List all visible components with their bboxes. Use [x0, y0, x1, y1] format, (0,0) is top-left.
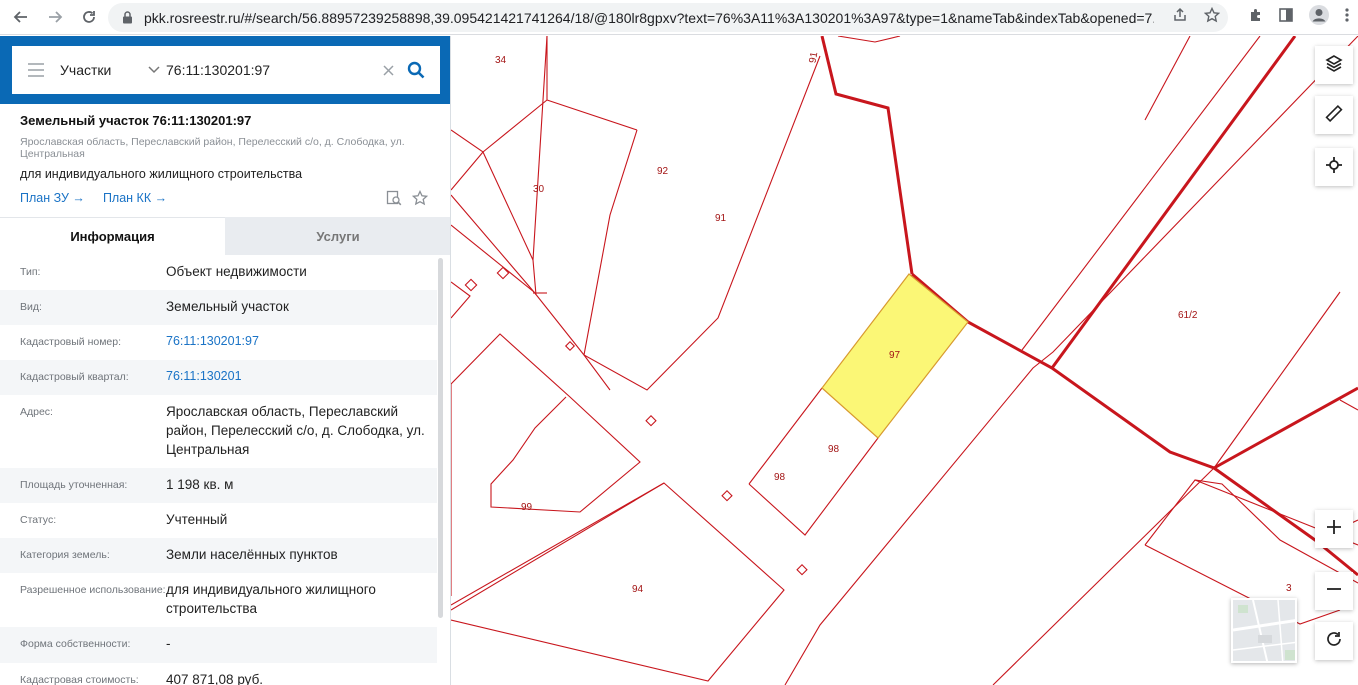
- minus-icon: [1326, 581, 1342, 602]
- zoom-out-button[interactable]: [1315, 572, 1353, 610]
- row-label: Адрес:: [20, 406, 53, 418]
- info-row: Категория земель: Земли населённых пункт…: [0, 538, 437, 573]
- info-row: Кадастровый квартал: 76:11:130201: [0, 360, 437, 395]
- ruler-icon: [1325, 104, 1343, 127]
- share-icon[interactable]: [1172, 7, 1188, 28]
- star-icon[interactable]: [1203, 6, 1221, 28]
- search-doc-icon[interactable]: [386, 190, 402, 211]
- row-label: Категория земель:: [20, 549, 110, 561]
- layers-button[interactable]: [1315, 46, 1353, 84]
- cadastral-number-link[interactable]: 76:11:130201:97: [166, 325, 436, 360]
- parcel-label: 98: [828, 444, 840, 455]
- row-value: Учтенный: [166, 512, 228, 527]
- chevron-down-icon[interactable]: [142, 46, 166, 94]
- info-row: Форма собственности: -: [0, 627, 437, 663]
- map-markers: [464, 266, 808, 576]
- layers-icon: [1325, 54, 1343, 77]
- map-canvas[interactable]: 34 91 30 92 91 97 98 98 99 94 61/2 3: [451, 36, 1358, 685]
- row-label: Площадь уточненная:: [20, 479, 128, 491]
- cadastral-quarter-link[interactable]: 76:11:130201: [166, 360, 436, 395]
- info-row: Адрес: Ярославская область, Переславский…: [0, 395, 437, 468]
- puzzle-icon[interactable]: [1248, 7, 1264, 28]
- kebab-icon[interactable]: [1344, 7, 1350, 28]
- forward-arrow-icon[interactable]: [40, 2, 70, 32]
- sidepanel-icon[interactable]: [1278, 7, 1294, 28]
- row-label: Тип:: [20, 266, 41, 278]
- row-label: Разрешенное использование:: [20, 584, 166, 596]
- info-panel: Участки Земельный участок 76:11:130201:9…: [0, 36, 451, 685]
- reload-icon[interactable]: [74, 2, 104, 32]
- zoom-in-button[interactable]: [1315, 510, 1353, 548]
- row-value: Земельный участок: [166, 299, 289, 314]
- close-icon[interactable]: [378, 60, 398, 80]
- object-permitted-use: для индивидуального жилищного строительс…: [20, 167, 303, 181]
- star-icon[interactable]: [411, 189, 429, 211]
- info-table: Тип: Объект недвижимости Вид: Земельный …: [0, 255, 437, 685]
- plan-zu-link[interactable]: План ЗУ →: [20, 191, 85, 205]
- measure-button[interactable]: [1315, 96, 1353, 134]
- object-title: Земельный участок 76:11:130201:97: [20, 113, 252, 128]
- back-arrow-icon[interactable]: [6, 2, 36, 32]
- tab-services[interactable]: Услуги: [225, 217, 450, 255]
- parcel-label: 3: [1286, 583, 1292, 594]
- parcel-label: 91: [808, 51, 821, 64]
- row-value: Объект недвижимости: [166, 264, 307, 279]
- menu-icon[interactable]: [12, 46, 60, 94]
- parcel-label: 97: [889, 350, 901, 361]
- row-value: Ярославская область, Переславский район,…: [166, 404, 425, 457]
- tab-info[interactable]: Информация: [0, 217, 225, 255]
- parcel-label: 91: [715, 213, 727, 224]
- plan-kk-link[interactable]: План КК →: [103, 191, 167, 205]
- panel-tabs: Информация Услуги: [0, 217, 450, 255]
- info-row: Кадастровая стоимость: 407 871,08 руб.: [0, 663, 437, 685]
- parcel-label: 92: [657, 166, 669, 177]
- info-row: Статус: Учтенный: [0, 503, 437, 538]
- parcel-label: 34: [495, 55, 507, 66]
- info-row: Разрешенное использование: для индивидуа…: [0, 573, 437, 627]
- url-text[interactable]: pkk.rosreestr.ru/#/search/56.88957239258…: [144, 10, 1154, 26]
- search-type-select[interactable]: Участки: [60, 62, 142, 78]
- row-label: Кадастровый квартал:: [20, 371, 129, 383]
- crosshair-icon: [1325, 156, 1343, 179]
- browser-toolbar: pkk.rosreestr.ru/#/search/56.88957239258…: [0, 0, 1358, 35]
- locate-button[interactable]: [1315, 148, 1353, 186]
- object-address: Ярославская область, Переславский район,…: [20, 136, 405, 160]
- row-value: 407 871,08 руб.: [166, 672, 264, 685]
- minimap[interactable]: [1231, 598, 1297, 663]
- collapse-panel-button[interactable]: [451, 62, 465, 80]
- parcel-label: 94: [632, 584, 644, 595]
- row-value: для индивидуального жилищного строительс…: [166, 582, 376, 616]
- panel-scrollbar[interactable]: [438, 258, 443, 618]
- parcel-label: 99: [521, 502, 533, 513]
- cadastral-map[interactable]: 34 91 30 92 91 97 98 98 99 94 61/2 3: [451, 36, 1358, 685]
- parcel-label: 30: [533, 184, 545, 195]
- row-value: Земли населённых пунктов: [166, 547, 338, 562]
- row-value: 1 198 кв. м: [166, 477, 234, 492]
- rotate-button[interactable]: [1315, 622, 1353, 660]
- rotate-icon: [1325, 630, 1343, 653]
- profile-icon[interactable]: [1308, 4, 1330, 31]
- parcel-label: 61/2: [1178, 310, 1198, 321]
- search-header: Участки: [0, 36, 450, 104]
- row-label: Кадастровая стоимость:: [20, 674, 139, 685]
- info-row: Площадь уточненная: 1 198 кв. м: [0, 468, 437, 503]
- plus-icon: [1326, 519, 1342, 540]
- row-label: Статус:: [20, 514, 57, 526]
- search-input[interactable]: [166, 55, 366, 85]
- row-label: Форма собственности:: [20, 638, 131, 650]
- row-label: Вид:: [20, 301, 42, 313]
- row-label: Кадастровый номер:: [20, 336, 122, 348]
- info-row: Кадастровый номер: 76:11:130201:97: [0, 325, 437, 360]
- address-bar[interactable]: pkk.rosreestr.ru/#/search/56.88957239258…: [108, 3, 1228, 32]
- info-row: Вид: Земельный участок: [0, 290, 437, 325]
- lock-icon[interactable]: [120, 11, 134, 25]
- search-box: Участки: [12, 46, 440, 94]
- row-value: -: [166, 636, 171, 651]
- info-row: Тип: Объект недвижимости: [0, 255, 437, 290]
- parcel-label: 98: [774, 472, 786, 483]
- search-icon[interactable]: [404, 58, 428, 82]
